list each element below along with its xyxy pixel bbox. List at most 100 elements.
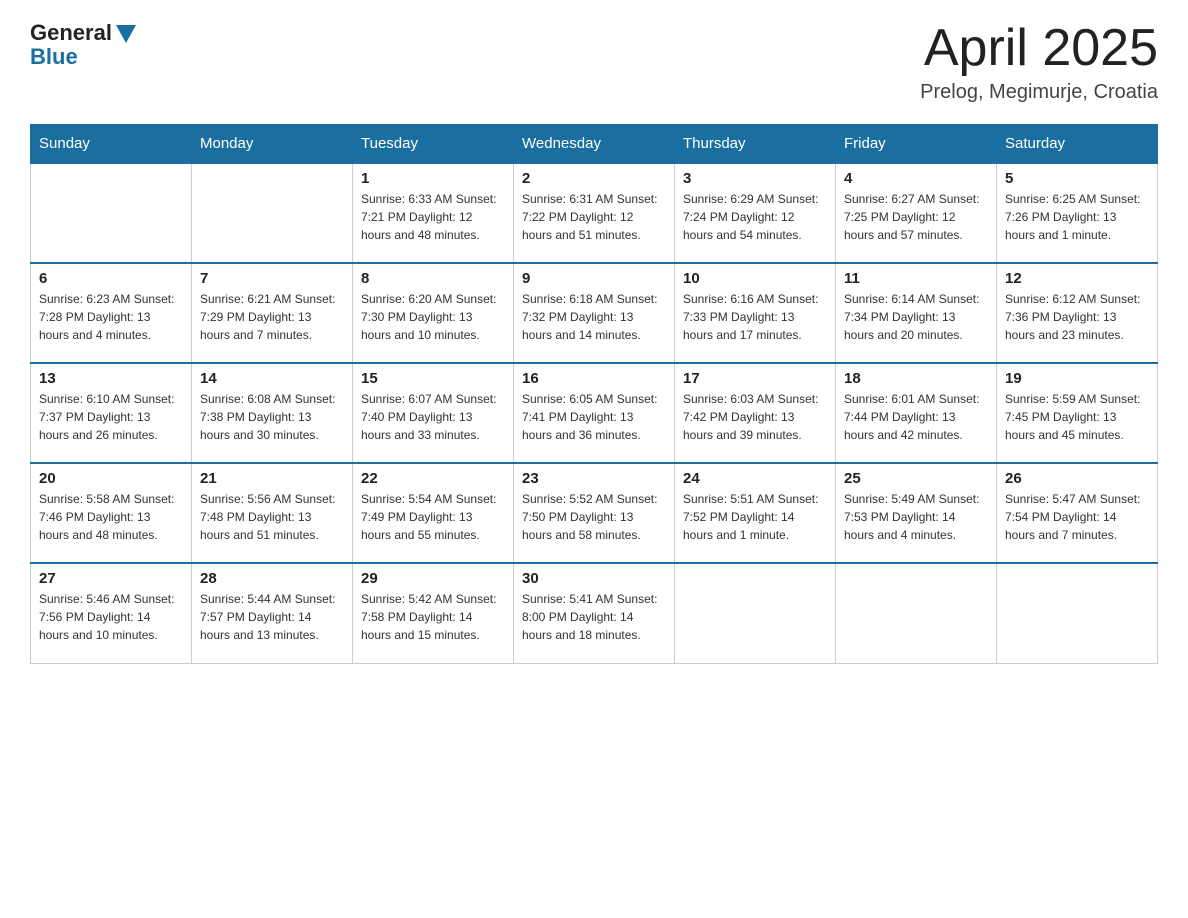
- day-info: Sunrise: 5:47 AM Sunset: 7:54 PM Dayligh…: [1005, 490, 1149, 544]
- day-info: Sunrise: 6:25 AM Sunset: 7:26 PM Dayligh…: [1005, 190, 1149, 244]
- calendar-cell: 23 Sunrise: 5:52 AM Sunset: 7:50 PM Dayli…: [514, 463, 675, 563]
- calendar-cell: 10 Sunrise: 6:16 AM Sunset: 7:33 PM Dayli…: [675, 263, 836, 363]
- day-number: 4: [844, 170, 988, 187]
- calendar-cell: 22 Sunrise: 5:54 AM Sunset: 7:49 PM Dayli…: [353, 463, 514, 563]
- day-info: Sunrise: 5:56 AM Sunset: 7:48 PM Dayligh…: [200, 490, 344, 544]
- calendar-cell: 2Sunrise: 6:31 AM Sunset: 7:22 PM Daylig…: [514, 163, 675, 263]
- calendar-cell: [31, 163, 192, 263]
- logo: General Blue: [30, 20, 136, 70]
- day-info: Sunrise: 6:07 AM Sunset: 7:40 PM Dayligh…: [361, 390, 505, 444]
- calendar-cell: 1Sunrise: 6:33 AM Sunset: 7:21 PM Daylig…: [353, 163, 514, 263]
- column-header-monday: Monday: [192, 125, 353, 164]
- day-info: Sunrise: 6:12 AM Sunset: 7:36 PM Dayligh…: [1005, 290, 1149, 344]
- day-number: 10: [683, 270, 827, 287]
- day-info: Sunrise: 6:29 AM Sunset: 7:24 PM Dayligh…: [683, 190, 827, 244]
- day-number: 12: [1005, 270, 1149, 287]
- calendar-week-row: 6Sunrise: 6:23 AM Sunset: 7:28 PM Daylig…: [31, 263, 1158, 363]
- calendar-cell: 14 Sunrise: 6:08 AM Sunset: 7:38 PM Dayli…: [192, 363, 353, 463]
- day-number: 11: [844, 270, 988, 287]
- calendar-cell: 8 Sunrise: 6:20 AM Sunset: 7:30 PM Daylig…: [353, 263, 514, 363]
- column-header-thursday: Thursday: [675, 125, 836, 164]
- calendar-cell: 26 Sunrise: 5:47 AM Sunset: 7:54 PM Dayli…: [997, 463, 1158, 563]
- day-info: Sunrise: 5:41 AM Sunset: 8:00 PM Dayligh…: [522, 590, 666, 644]
- calendar-cell: 21 Sunrise: 5:56 AM Sunset: 7:48 PM Dayli…: [192, 463, 353, 563]
- logo-triangle-icon: [116, 25, 136, 43]
- title-block: April 2025 Prelog, Megimurje, Croatia: [920, 20, 1158, 104]
- day-info: Sunrise: 6:16 AM Sunset: 7:33 PM Dayligh…: [683, 290, 827, 344]
- column-header-friday: Friday: [836, 125, 997, 164]
- calendar-cell: 28Sunrise: 5:44 AM Sunset: 7:57 PM Dayli…: [192, 563, 353, 663]
- day-info: Sunrise: 5:58 AM Sunset: 7:46 PM Dayligh…: [39, 490, 183, 544]
- column-header-saturday: Saturday: [997, 125, 1158, 164]
- day-number: 24: [683, 470, 827, 487]
- calendar-cell: [836, 563, 997, 663]
- day-number: 27: [39, 570, 183, 587]
- column-header-wednesday: Wednesday: [514, 125, 675, 164]
- logo-general-text: General: [30, 20, 112, 46]
- day-info: Sunrise: 5:59 AM Sunset: 7:45 PM Dayligh…: [1005, 390, 1149, 444]
- day-number: 13: [39, 370, 183, 387]
- day-info: Sunrise: 6:05 AM Sunset: 7:41 PM Dayligh…: [522, 390, 666, 444]
- day-number: 25: [844, 470, 988, 487]
- day-number: 26: [1005, 470, 1149, 487]
- column-header-tuesday: Tuesday: [353, 125, 514, 164]
- day-number: 19: [1005, 370, 1149, 387]
- calendar-cell: 6Sunrise: 6:23 AM Sunset: 7:28 PM Daylig…: [31, 263, 192, 363]
- calendar-cell: 12 Sunrise: 6:12 AM Sunset: 7:36 PM Dayli…: [997, 263, 1158, 363]
- day-info: Sunrise: 6:27 AM Sunset: 7:25 PM Dayligh…: [844, 190, 988, 244]
- day-number: 21: [200, 470, 344, 487]
- calendar-cell: 11 Sunrise: 6:14 AM Sunset: 7:34 PM Dayli…: [836, 263, 997, 363]
- calendar-table: SundayMondayTuesdayWednesdayThursdayFrid…: [30, 124, 1158, 664]
- day-number: 3: [683, 170, 827, 187]
- day-info: Sunrise: 5:52 AM Sunset: 7:50 PM Dayligh…: [522, 490, 666, 544]
- calendar-cell: 16Sunrise: 6:05 AM Sunset: 7:41 PM Dayli…: [514, 363, 675, 463]
- calendar-location: Prelog, Megimurje, Croatia: [920, 81, 1158, 104]
- day-number: 17: [683, 370, 827, 387]
- calendar-cell: 27Sunrise: 5:46 AM Sunset: 7:56 PM Dayli…: [31, 563, 192, 663]
- day-number: 15: [361, 370, 505, 387]
- day-number: 5: [1005, 170, 1149, 187]
- calendar-cell: 3 Sunrise: 6:29 AM Sunset: 7:24 PM Daylig…: [675, 163, 836, 263]
- calendar-week-row: 20 Sunrise: 5:58 AM Sunset: 7:46 PM Dayli…: [31, 463, 1158, 563]
- day-info: Sunrise: 5:42 AM Sunset: 7:58 PM Dayligh…: [361, 590, 505, 644]
- calendar-cell: 9Sunrise: 6:18 AM Sunset: 7:32 PM Daylig…: [514, 263, 675, 363]
- calendar-header-row: SundayMondayTuesdayWednesdayThursdayFrid…: [31, 125, 1158, 164]
- calendar-cell: [997, 563, 1158, 663]
- day-info: Sunrise: 6:18 AM Sunset: 7:32 PM Dayligh…: [522, 290, 666, 344]
- day-number: 8: [361, 270, 505, 287]
- day-info: Sunrise: 5:51 AM Sunset: 7:52 PM Dayligh…: [683, 490, 827, 544]
- day-number: 14: [200, 370, 344, 387]
- day-number: 6: [39, 270, 183, 287]
- day-number: 18: [844, 370, 988, 387]
- day-info: Sunrise: 6:31 AM Sunset: 7:22 PM Dayligh…: [522, 190, 666, 244]
- column-header-sunday: Sunday: [31, 125, 192, 164]
- calendar-cell: 18 Sunrise: 6:01 AM Sunset: 7:44 PM Dayli…: [836, 363, 997, 463]
- day-number: 29: [361, 570, 505, 587]
- day-info: Sunrise: 6:33 AM Sunset: 7:21 PM Dayligh…: [361, 190, 505, 244]
- day-info: Sunrise: 6:14 AM Sunset: 7:34 PM Dayligh…: [844, 290, 988, 344]
- calendar-title: April 2025: [920, 20, 1158, 77]
- day-number: 22: [361, 470, 505, 487]
- day-number: 20: [39, 470, 183, 487]
- day-info: Sunrise: 6:20 AM Sunset: 7:30 PM Dayligh…: [361, 290, 505, 344]
- calendar-cell: 17 Sunrise: 6:03 AM Sunset: 7:42 PM Dayli…: [675, 363, 836, 463]
- calendar-cell: 7Sunrise: 6:21 AM Sunset: 7:29 PM Daylig…: [192, 263, 353, 363]
- calendar-cell: 25 Sunrise: 5:49 AM Sunset: 7:53 PM Dayli…: [836, 463, 997, 563]
- day-number: 30: [522, 570, 666, 587]
- day-info: Sunrise: 6:08 AM Sunset: 7:38 PM Dayligh…: [200, 390, 344, 444]
- day-info: Sunrise: 5:54 AM Sunset: 7:49 PM Dayligh…: [361, 490, 505, 544]
- calendar-cell: 15 Sunrise: 6:07 AM Sunset: 7:40 PM Dayli…: [353, 363, 514, 463]
- calendar-cell: [675, 563, 836, 663]
- calendar-cell: 20 Sunrise: 5:58 AM Sunset: 7:46 PM Dayli…: [31, 463, 192, 563]
- day-info: Sunrise: 5:49 AM Sunset: 7:53 PM Dayligh…: [844, 490, 988, 544]
- calendar-cell: 5 Sunrise: 6:25 AM Sunset: 7:26 PM Daylig…: [997, 163, 1158, 263]
- day-info: Sunrise: 6:10 AM Sunset: 7:37 PM Dayligh…: [39, 390, 183, 444]
- day-info: Sunrise: 6:21 AM Sunset: 7:29 PM Dayligh…: [200, 290, 344, 344]
- calendar-cell: 24 Sunrise: 5:51 AM Sunset: 7:52 PM Dayli…: [675, 463, 836, 563]
- day-number: 23: [522, 470, 666, 487]
- day-info: Sunrise: 6:03 AM Sunset: 7:42 PM Dayligh…: [683, 390, 827, 444]
- calendar-cell: 4 Sunrise: 6:27 AM Sunset: 7:25 PM Daylig…: [836, 163, 997, 263]
- calendar-cell: 30 Sunrise: 5:41 AM Sunset: 8:00 PM Dayli…: [514, 563, 675, 663]
- calendar-week-row: 27Sunrise: 5:46 AM Sunset: 7:56 PM Dayli…: [31, 563, 1158, 663]
- day-info: Sunrise: 6:01 AM Sunset: 7:44 PM Dayligh…: [844, 390, 988, 444]
